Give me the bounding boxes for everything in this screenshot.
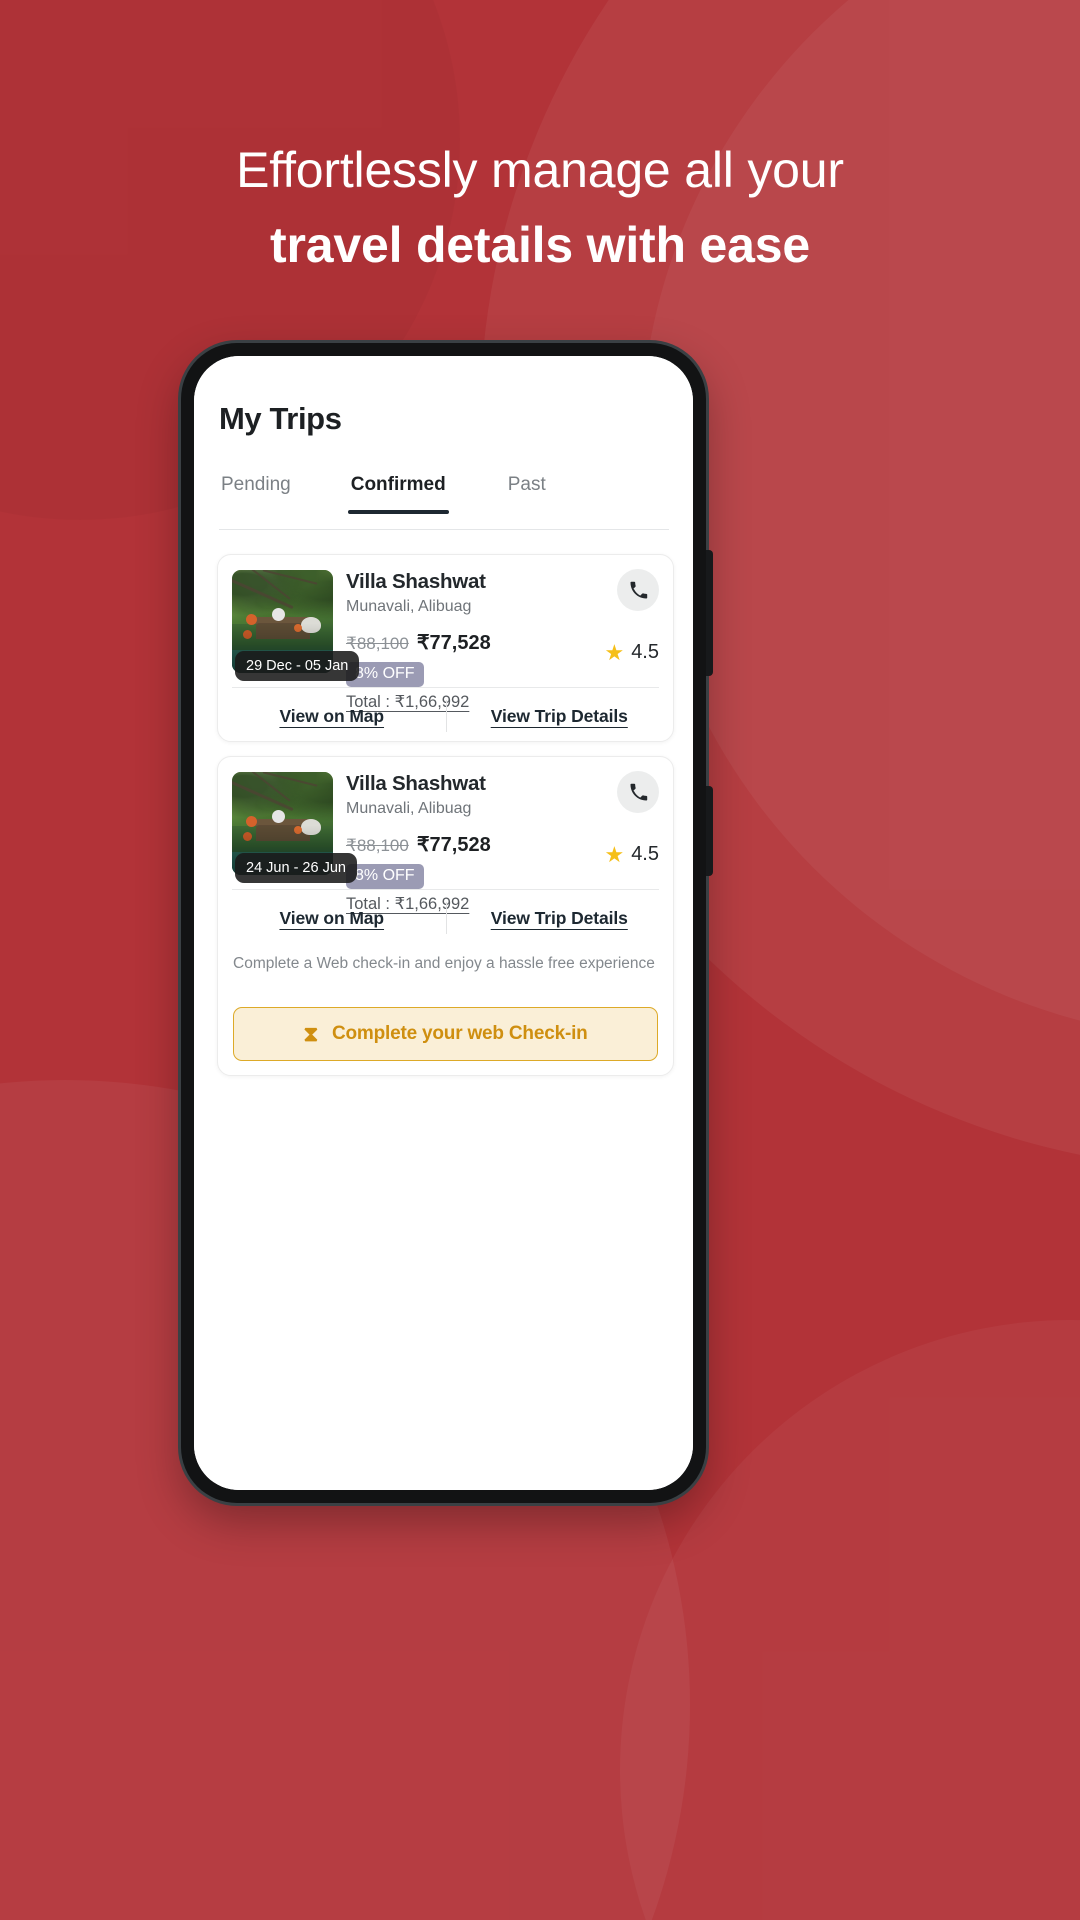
view-trip-details-cell[interactable]: View Trip Details xyxy=(446,706,674,727)
view-trip-details-link[interactable]: View Trip Details xyxy=(491,908,628,928)
promo-screenshot: Effortlessly manage all your travel deta… xyxy=(0,0,1080,1920)
villa-name: Villa Shashwat xyxy=(346,570,486,593)
trip-dates-badge: 29 Dec - 05 Jan xyxy=(235,651,360,681)
villa-location: Munavali, Alibuag xyxy=(346,598,472,615)
web-checkin-label: Complete your web Check-in xyxy=(331,1023,588,1044)
phone-side-button-upper xyxy=(706,550,713,676)
trip-card-top: 24 Jun - 26 Jun Villa Shashwat Munavali,… xyxy=(218,757,673,913)
rating-value: 4.5 xyxy=(631,641,659,663)
trip-actions: View on Map View Trip Details xyxy=(218,688,674,741)
rating: ★ 4.5 xyxy=(604,843,659,866)
villa-location: Munavali, Alibuag xyxy=(346,800,472,817)
tab-past[interactable]: Past xyxy=(508,474,546,512)
price-discounted: ₹77,528 xyxy=(416,834,491,856)
rating: ★ 4.5 xyxy=(604,641,659,664)
my-trips-app: My Trips Pending Confirmed Past 29 Dec -… xyxy=(194,356,693,1490)
villa-name: Villa Shashwat xyxy=(346,772,486,795)
phone-screen: My Trips Pending Confirmed Past 29 Dec -… xyxy=(194,356,693,1490)
phone-mockup: My Trips Pending Confirmed Past 29 Dec -… xyxy=(181,343,713,1503)
web-checkin-button[interactable]: ⧗ Complete your web Check-in xyxy=(233,1007,658,1061)
trip-card[interactable]: 29 Dec - 05 Jan Villa Shashwat Munavali,… xyxy=(217,554,674,742)
tab-confirmed[interactable]: Confirmed xyxy=(347,474,449,514)
price-discounted: ₹77,528 xyxy=(416,632,491,654)
promo-headline: Effortlessly manage all your travel deta… xyxy=(0,138,1080,278)
view-on-map-link[interactable]: View on Map xyxy=(279,706,384,726)
tab-pending[interactable]: Pending xyxy=(221,474,291,512)
view-trip-details-cell[interactable]: View Trip Details xyxy=(446,908,674,929)
trip-card[interactable]: 24 Jun - 26 Jun Villa Shashwat Munavali,… xyxy=(217,756,674,1076)
trip-card-top: 29 Dec - 05 Jan Villa Shashwat Munavali,… xyxy=(218,555,673,711)
phone-icon xyxy=(629,581,648,600)
trips-tabs: Pending Confirmed Past xyxy=(219,474,669,530)
phone-side-button-lower xyxy=(706,786,713,876)
discount-badge: 8% OFF xyxy=(346,864,424,889)
trip-actions: View on Map View Trip Details xyxy=(218,890,673,946)
page-title: My Trips xyxy=(219,401,342,436)
headline-line-1: Effortlessly manage all your xyxy=(236,142,844,198)
view-on-map-cell[interactable]: View on Map xyxy=(218,706,446,727)
view-on-map-link[interactable]: View on Map xyxy=(279,908,384,928)
web-checkin-note: Complete a Web check-in and enjoy a hass… xyxy=(233,955,655,972)
star-icon: ★ xyxy=(604,639,625,665)
call-button[interactable] xyxy=(617,771,659,813)
view-trip-details-link[interactable]: View Trip Details xyxy=(491,706,628,726)
headline-line-2: travel details with ease xyxy=(270,217,810,273)
price-original: ₹88,100 xyxy=(346,634,409,653)
trip-dates-badge: 24 Jun - 26 Jun xyxy=(235,853,357,883)
view-on-map-cell[interactable]: View on Map xyxy=(218,908,446,929)
call-button[interactable] xyxy=(617,569,659,611)
hourglass-icon: ⧗ xyxy=(303,1022,318,1046)
rating-value: 4.5 xyxy=(631,843,659,865)
star-icon: ★ xyxy=(604,841,625,867)
price-original: ₹88,100 xyxy=(346,836,409,855)
phone-icon xyxy=(629,783,648,802)
